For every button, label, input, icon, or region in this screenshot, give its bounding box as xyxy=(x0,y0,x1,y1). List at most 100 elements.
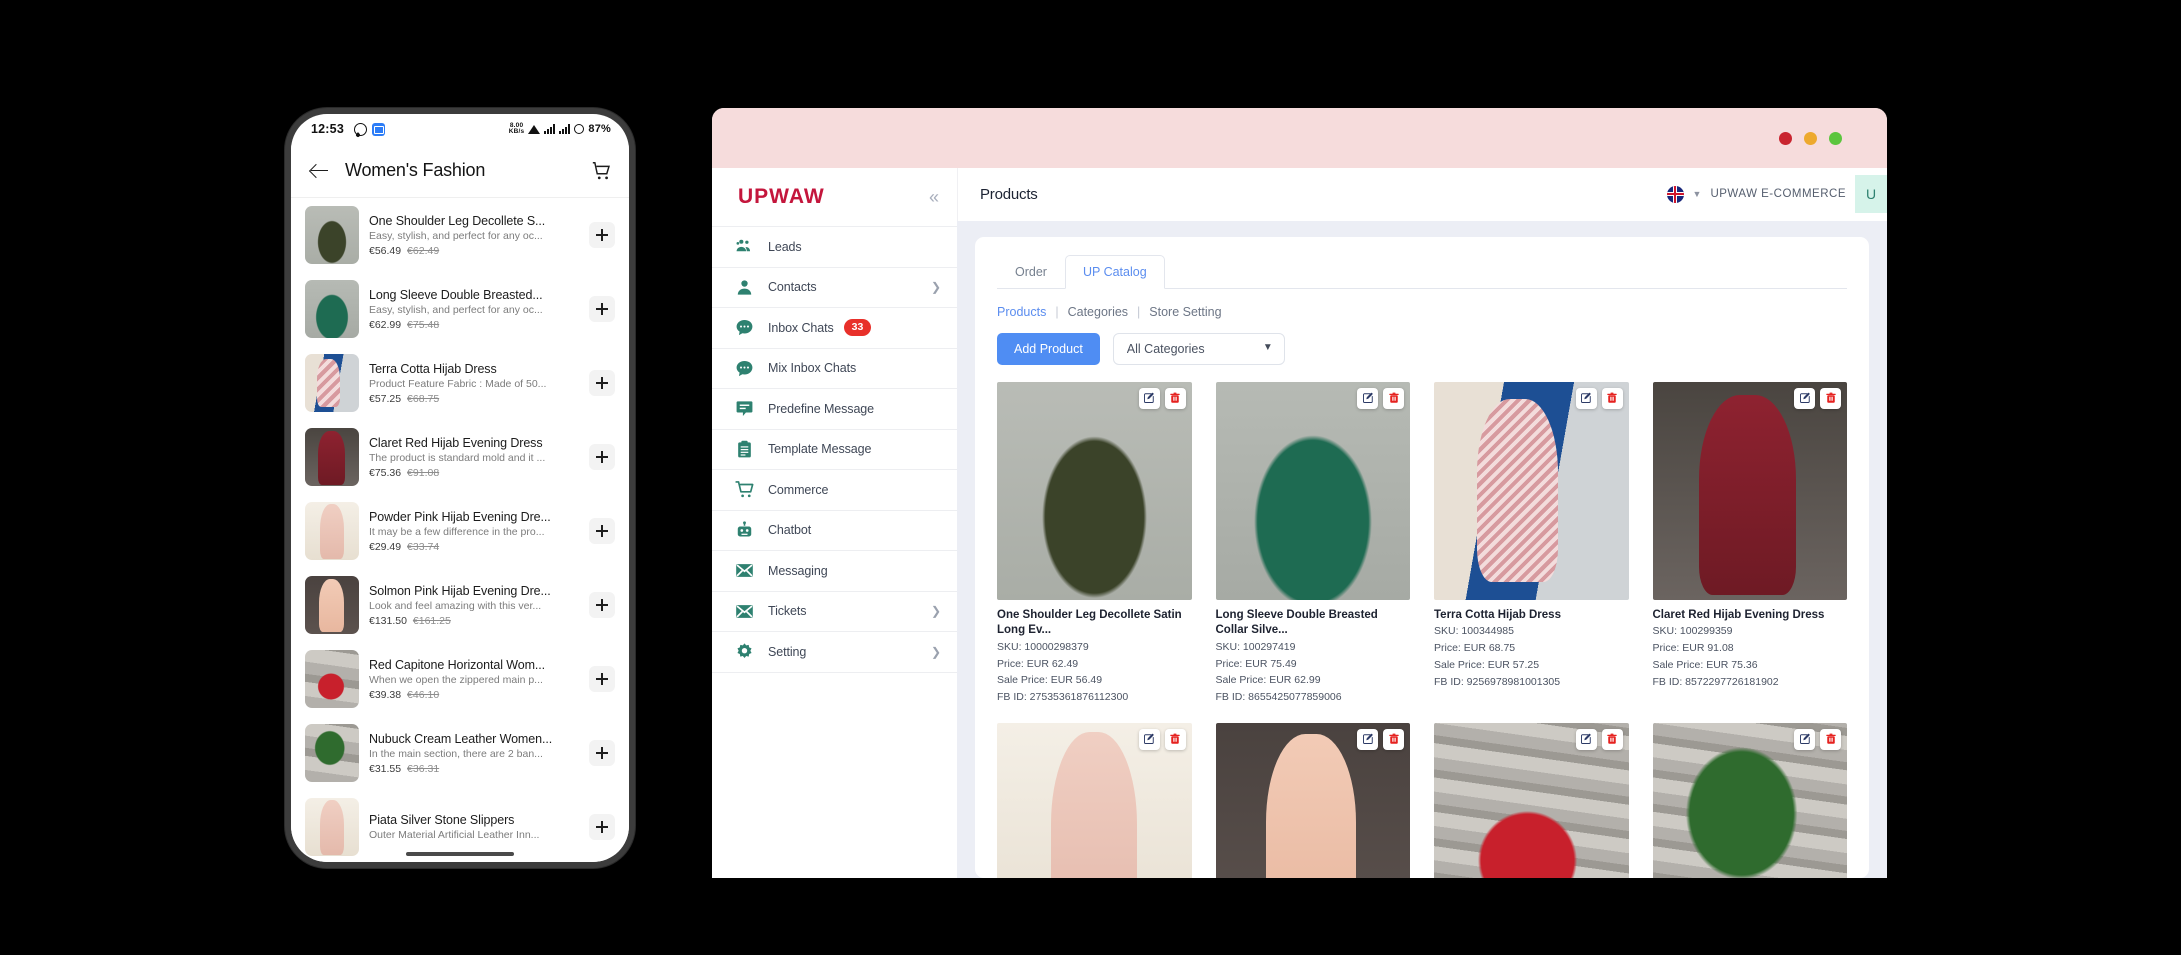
edit-pencil-icon[interactable] xyxy=(1794,388,1815,409)
trash-icon[interactable] xyxy=(1820,729,1841,750)
product-thumbnail xyxy=(305,428,359,486)
sidebar-item-commerce[interactable]: Commerce xyxy=(712,470,957,511)
message-lines-icon xyxy=(734,399,754,419)
product-price: €31.55 €36.31 xyxy=(369,763,579,775)
chevrons-left-icon[interactable]: « xyxy=(929,188,939,206)
signal-bars-2-icon xyxy=(559,124,570,134)
category-select[interactable]: All Categories xyxy=(1113,333,1285,365)
trash-icon[interactable] xyxy=(1602,729,1623,750)
list-item[interactable]: Terra Cotta Hijab DressProduct Feature F… xyxy=(291,346,629,420)
product-fb-id: FB ID: 8655425077859006 xyxy=(1216,690,1411,706)
content-card: OrderUP Catalog Products|Categories|Stor… xyxy=(975,237,1869,878)
product-image xyxy=(1216,723,1411,878)
card-actions xyxy=(1357,388,1404,409)
product-card[interactable]: One Shoulder Leg Decollete Satin Long Ev… xyxy=(997,382,1192,706)
trash-icon[interactable] xyxy=(1165,729,1186,750)
list-item[interactable]: Claret Red Hijab Evening DressThe produc… xyxy=(291,420,629,494)
sidebar-item-contacts[interactable]: Contacts❯ xyxy=(712,268,957,309)
breadcrumb-item-store-setting[interactable]: Store Setting xyxy=(1149,305,1221,319)
sidebar-item-label: Messaging xyxy=(768,564,828,578)
list-item[interactable]: Powder Pink Hijab Evening Dre...It may b… xyxy=(291,494,629,568)
list-item[interactable]: Solmon Pink Hijab Evening Dre...Look and… xyxy=(291,568,629,642)
sidebar-item-chatbot[interactable]: Chatbot xyxy=(712,511,957,552)
edit-pencil-icon[interactable] xyxy=(1139,729,1160,750)
breadcrumb-item-products[interactable]: Products xyxy=(997,305,1046,319)
phone-product-list[interactable]: One Shoulder Leg Decollete S...Easy, sty… xyxy=(291,198,629,862)
product-card[interactable] xyxy=(1653,723,1848,878)
trash-icon[interactable] xyxy=(1820,388,1841,409)
edit-pencil-icon[interactable] xyxy=(1357,388,1378,409)
chevron-down-icon[interactable]: ▼ xyxy=(1693,189,1702,199)
screenshot-stage: 12:53 8.00KB/s 87% Women's Fashion xyxy=(0,0,2181,955)
trash-icon[interactable] xyxy=(1602,388,1623,409)
list-item[interactable]: Red Capitone Horizontal Wom...When we op… xyxy=(291,642,629,716)
user-icon xyxy=(734,277,754,297)
breadcrumb-item-categories[interactable]: Categories xyxy=(1068,305,1128,319)
add-to-cart-button[interactable] xyxy=(589,370,615,396)
add-to-cart-button[interactable] xyxy=(589,296,615,322)
shopping-cart-icon[interactable] xyxy=(591,160,613,182)
add-product-button[interactable]: Add Product xyxy=(997,333,1100,365)
product-card[interactable]: Long Sleeve Double Breasted Collar Silve… xyxy=(1216,382,1411,706)
trash-icon[interactable] xyxy=(1383,388,1404,409)
product-name: Red Capitone Horizontal Wom... xyxy=(369,658,579,672)
list-item-text: Powder Pink Hijab Evening Dre...It may b… xyxy=(359,510,589,553)
product-fb-id: FB ID: 9256978981001305 xyxy=(1434,675,1629,691)
list-item[interactable]: Long Sleeve Double Breasted...Easy, styl… xyxy=(291,272,629,346)
add-to-cart-button[interactable] xyxy=(589,666,615,692)
sidebar-item-inbox-chats[interactable]: Inbox Chats33 xyxy=(712,308,957,349)
product-name: One Shoulder Leg Decollete Satin Long Ev… xyxy=(997,608,1192,639)
sidebar-item-tickets[interactable]: Tickets❯ xyxy=(712,592,957,633)
edit-pencil-icon[interactable] xyxy=(1576,388,1597,409)
trash-icon[interactable] xyxy=(1383,729,1404,750)
window-close-button[interactable] xyxy=(1779,132,1792,145)
users-group-icon xyxy=(734,237,754,257)
category-filter[interactable]: All Categories ▼ xyxy=(1113,333,1285,365)
sidebar-item-predefine-message[interactable]: Predefine Message xyxy=(712,389,957,430)
sidebar-item-template-message[interactable]: Template Message xyxy=(712,430,957,471)
product-card[interactable] xyxy=(1216,723,1411,878)
card-actions xyxy=(1139,729,1186,750)
sidebar-item-leads[interactable]: Leads xyxy=(712,227,957,268)
product-description: Easy, stylish, and perfect for any oc... xyxy=(369,230,579,242)
product-image xyxy=(997,723,1192,878)
edit-pencil-icon[interactable] xyxy=(1576,729,1597,750)
product-card[interactable] xyxy=(1434,723,1629,878)
list-item[interactable]: Nubuck Cream Leather Women...In the main… xyxy=(291,716,629,790)
product-name: Piata Silver Stone Slippers xyxy=(369,813,579,827)
gear-icon xyxy=(734,642,754,662)
product-thumbnail xyxy=(305,206,359,264)
product-thumbnail xyxy=(305,724,359,782)
signal-bars-1-icon xyxy=(544,124,555,134)
trash-icon[interactable] xyxy=(1165,388,1186,409)
sidebar-item-mix-inbox-chats[interactable]: Mix Inbox Chats xyxy=(712,349,957,390)
list-item-text: Nubuck Cream Leather Women...In the main… xyxy=(359,732,589,775)
arrow-left-icon[interactable] xyxy=(307,158,333,184)
product-image xyxy=(1653,382,1848,600)
add-to-cart-button[interactable] xyxy=(589,518,615,544)
add-to-cart-button[interactable] xyxy=(589,592,615,618)
product-card[interactable] xyxy=(997,723,1192,878)
chevron-right-icon: ❯ xyxy=(931,604,941,618)
product-card[interactable]: Claret Red Hijab Evening DressSKU: 10029… xyxy=(1653,382,1848,706)
window-maximize-button[interactable] xyxy=(1829,132,1842,145)
avatar[interactable]: U xyxy=(1855,175,1887,213)
add-to-cart-button[interactable] xyxy=(589,222,615,248)
window-minimize-button[interactable] xyxy=(1804,132,1817,145)
list-item[interactable]: One Shoulder Leg Decollete S...Easy, sty… xyxy=(291,198,629,272)
chevron-right-icon: ❯ xyxy=(931,280,941,294)
add-to-cart-button[interactable] xyxy=(589,740,615,766)
product-grid-row2 xyxy=(997,723,1847,878)
uk-flag-icon[interactable] xyxy=(1667,186,1684,203)
edit-pencil-icon[interactable] xyxy=(1794,729,1815,750)
add-to-cart-button[interactable] xyxy=(589,444,615,470)
edit-pencil-icon[interactable] xyxy=(1139,388,1160,409)
tab-order[interactable]: Order xyxy=(997,255,1065,289)
product-card[interactable]: Terra Cotta Hijab DressSKU: 100344985Pri… xyxy=(1434,382,1629,706)
add-to-cart-button[interactable] xyxy=(589,814,615,840)
product-price: €29.49 €33.74 xyxy=(369,541,579,553)
sidebar-item-messaging[interactable]: Messaging xyxy=(712,551,957,592)
sidebar-item-setting[interactable]: Setting❯ xyxy=(712,632,957,673)
edit-pencil-icon[interactable] xyxy=(1357,729,1378,750)
tab-up-catalog[interactable]: UP Catalog xyxy=(1065,255,1165,289)
